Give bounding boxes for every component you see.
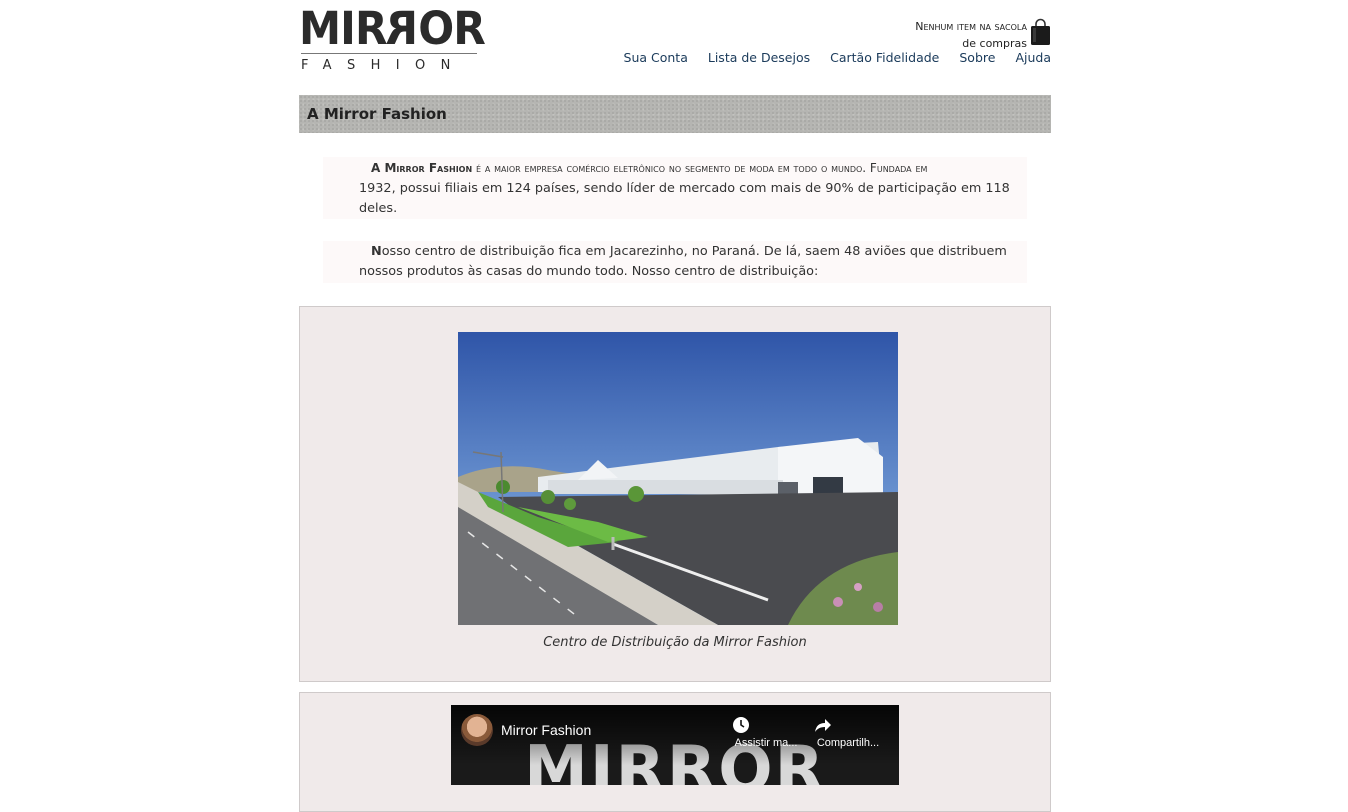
nav-lista-de-desejos[interactable]: Lista de Desejos xyxy=(708,50,810,65)
cart-status-line1: Nenhum item na sacola xyxy=(915,20,1027,33)
video-title[interactable]: Mirror Fashion xyxy=(501,722,591,738)
intro-first-line: é a maior empresa comércio eletrônico no… xyxy=(472,161,928,175)
logo-wordmark: MIRROR xyxy=(299,2,486,55)
intro-rest: 1932, possui filiais em 124 países, send… xyxy=(359,181,1010,216)
share-button[interactable]: Compartilh... xyxy=(813,715,883,749)
shopping-bag-icon[interactable] xyxy=(1030,18,1051,46)
clock-icon xyxy=(733,717,749,733)
share-icon xyxy=(815,719,831,732)
page-title: A Mirror Fashion xyxy=(307,105,447,123)
nav-cartao-fidelidade[interactable]: Cartão Fidelidade xyxy=(830,50,939,65)
watch-later-label: Assistir ma... xyxy=(734,737,798,749)
nav-sobre[interactable]: Sobre xyxy=(959,50,995,65)
logo[interactable]: MIRROR FASHION xyxy=(299,2,486,76)
brand-name: A Mirror Fashion xyxy=(371,161,473,175)
figure-distribution-center: Centro de Distribuição da Mirror Fashion xyxy=(299,306,1051,682)
logo-divider xyxy=(301,53,477,54)
distribution-text: osso centro de distribuição fica em Jaca… xyxy=(359,244,1007,279)
cart-status: Nenhum item na sacola de compras xyxy=(915,18,1027,52)
channel-avatar[interactable] xyxy=(461,714,493,746)
video-container: MIRROR Mirror Fashion Assistir ma... Com… xyxy=(299,692,1051,812)
watch-later-button[interactable]: Assistir ma... xyxy=(731,715,801,749)
nav-sua-conta[interactable]: Sua Conta xyxy=(624,50,688,65)
drop-cap: N xyxy=(371,244,382,259)
main-nav: Sua Conta Lista de Desejos Cartão Fideli… xyxy=(624,50,1051,65)
title-bar: A Mirror Fashion xyxy=(299,95,1051,133)
nav-ajuda[interactable]: Ajuda xyxy=(1015,50,1051,65)
intro-paragraph: A Mirror Fashion é a maior empresa comér… xyxy=(323,157,1027,219)
figure-caption: Centro de Distribuição da Mirror Fashion xyxy=(543,635,807,650)
distribution-center-photo xyxy=(458,332,898,625)
video-player[interactable]: MIRROR Mirror Fashion Assistir ma... Com… xyxy=(451,705,899,785)
share-label: Compartilh... xyxy=(816,737,880,749)
logo-subtitle: FASHION xyxy=(301,58,466,73)
distribution-paragraph: Nosso centro de distribuição fica em Jac… xyxy=(323,241,1027,283)
